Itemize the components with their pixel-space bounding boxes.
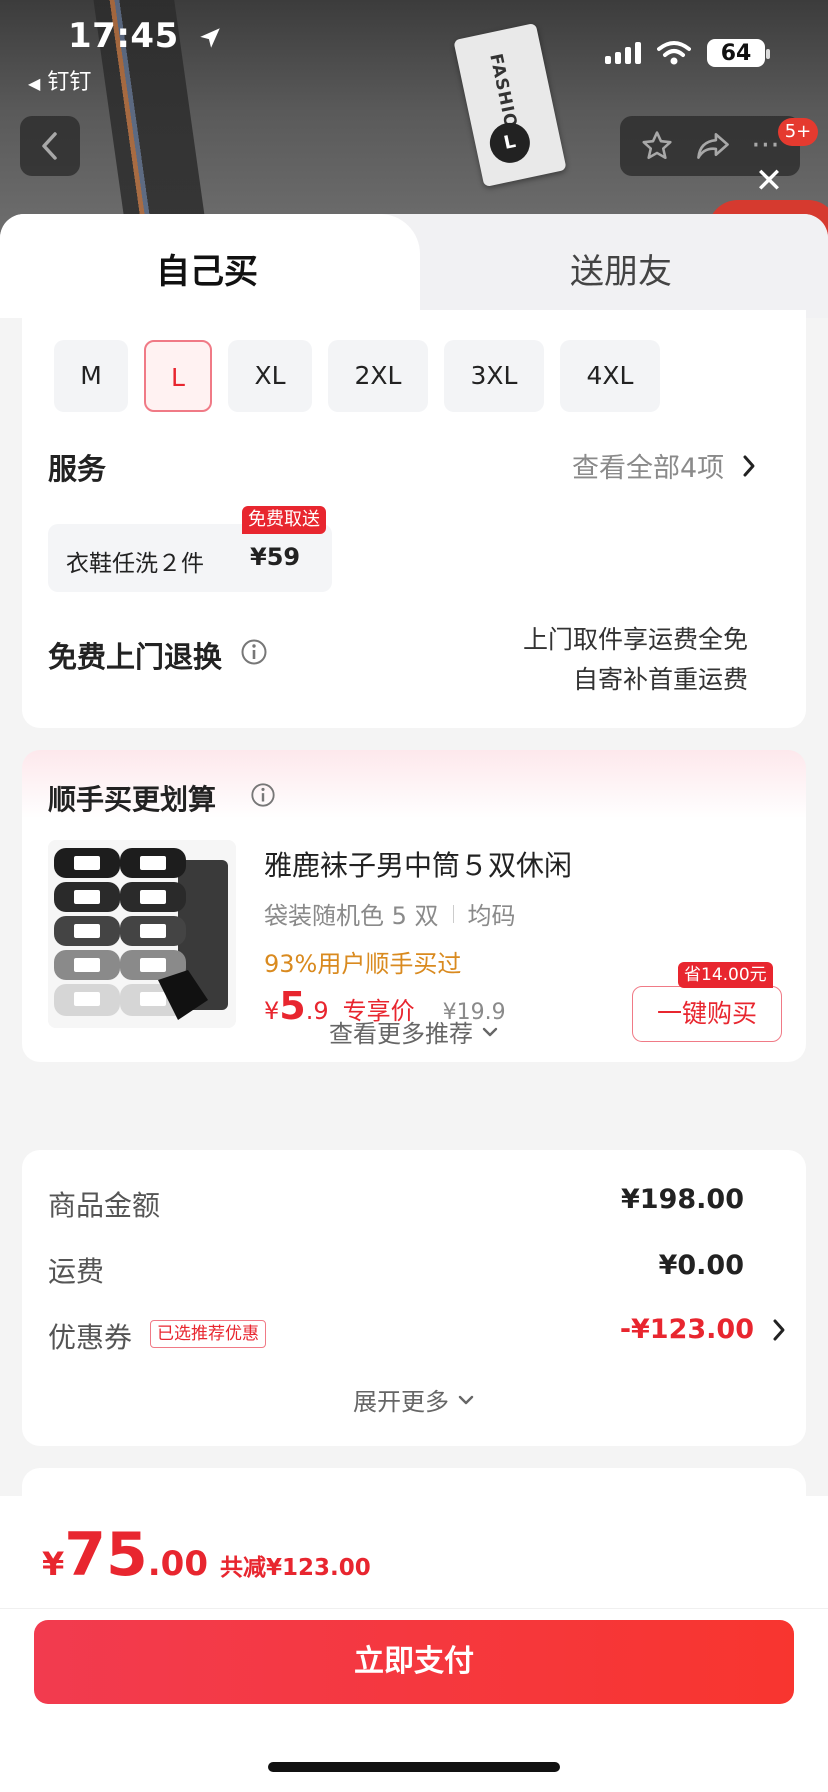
addon-title: 顺手买更划算 xyxy=(48,783,217,816)
coupon-chevron-right-icon xyxy=(773,1319,785,1340)
coupon-label: 优惠券 xyxy=(48,1321,133,1354)
view-more-recommendations[interactable]: 查看更多推荐 xyxy=(22,1014,806,1049)
more-menu-icon[interactable]: ··· xyxy=(751,131,780,161)
notification-badge: 5+ xyxy=(778,118,818,146)
wifi-icon xyxy=(657,41,691,65)
expand-more-label: 展开更多 xyxy=(353,1388,449,1416)
pay-now-button[interactable]: 立即支付 xyxy=(34,1620,794,1704)
info-icon[interactable] xyxy=(240,638,268,666)
clothing-label-tag: FASHION L xyxy=(453,22,567,188)
chevron-down-icon xyxy=(482,1027,498,1036)
addon-size: 均码 xyxy=(467,902,516,930)
addon-popularity: 93%用户顺手买过 xyxy=(264,950,462,978)
addon-product-title[interactable]: 雅鹿袜子男中筒５双休闲 xyxy=(264,844,572,884)
service-title: 服务 xyxy=(48,452,107,486)
save-amount-badge: 省14.00元 xyxy=(678,962,773,988)
shipping-value: ¥0.00 xyxy=(658,1250,744,1281)
addon-variant-row: 袋装随机色 5 双 均码 xyxy=(264,896,516,931)
size-option-xl[interactable]: XL xyxy=(228,340,312,412)
free-return-details: 上门取件享运费全免 自寄补首重运费 xyxy=(523,620,748,700)
price-summary-card: 商品金额 ¥198.00 运费 ¥0.00 优惠券 已选推荐优惠 -¥123.0… xyxy=(22,1150,806,1446)
share-icon[interactable] xyxy=(695,130,731,162)
variant-divider xyxy=(452,904,454,923)
back-app-label: 钉钉 xyxy=(47,70,92,95)
addon-card: 顺手买更划算 雅鹿袜子男中筒５双休闲 袋装随机色 5 双 均码 93%用户顺手买… xyxy=(22,750,806,1062)
size-option-2xl[interactable]: 2XL xyxy=(328,340,428,412)
cellular-signal-icon xyxy=(605,42,641,64)
free-return-line-2: 自寄补首重运费 xyxy=(572,665,748,694)
tab-gift-friend[interactable]: 送朋友 xyxy=(570,244,672,293)
status-time: 17:45 xyxy=(68,16,223,56)
view-more-label: 查看更多推荐 xyxy=(329,1020,473,1048)
size-option-3xl[interactable]: 3XL xyxy=(444,340,544,412)
expand-more[interactable]: 展开更多 xyxy=(22,1382,806,1417)
battery-level: 64 xyxy=(720,40,752,66)
service-view-all-label: 查看全部4项 xyxy=(572,453,725,484)
service-item-price: ¥59 xyxy=(250,543,301,571)
status-time-text: 17:45 xyxy=(68,16,179,56)
back-to-app[interactable]: ◀ 钉钉 xyxy=(28,64,91,96)
free-return-title: 免费上门退换 xyxy=(48,640,223,674)
close-icon[interactable]: ✕ xyxy=(752,164,786,198)
back-button[interactable] xyxy=(20,116,80,176)
back-triangle-icon: ◀ xyxy=(28,74,41,93)
options-card: M L XL 2XL 3XL 4XL 服务 查看全部4项 衣鞋任洗２件 ¥59 … xyxy=(22,310,806,728)
shipping-label: 运费 xyxy=(48,1255,105,1288)
coupon-value: -¥123.00 xyxy=(619,1314,754,1345)
chevron-left-icon xyxy=(42,132,57,160)
addon-variant: 袋装随机色 5 双 xyxy=(264,902,439,930)
location-arrow-icon xyxy=(200,27,220,48)
status-indicators: 64 xyxy=(605,36,770,70)
size-option-l-selected[interactable]: L xyxy=(144,340,212,412)
total-symbol: ¥ xyxy=(42,1545,65,1583)
total-dec: .00 xyxy=(147,1544,208,1584)
total-saved: 共减¥123.00 xyxy=(220,1555,371,1581)
free-return-line-1: 上门取件享运费全免 xyxy=(522,625,748,654)
service-item-name: 衣鞋任洗２件 xyxy=(66,551,204,577)
service-view-all[interactable]: 查看全部4项 xyxy=(572,446,756,485)
home-indicator xyxy=(268,1762,560,1772)
footer-divider xyxy=(0,1608,828,1609)
tag-size-dot: L xyxy=(486,119,534,167)
expand-chevron-down-icon xyxy=(458,1395,474,1404)
purchase-mode-tabs: 自己买 送朋友 xyxy=(0,214,828,318)
service-free-pickup-badge: 免费取送 xyxy=(242,506,326,534)
size-option-m[interactable]: M xyxy=(54,340,128,412)
addon-product-image[interactable] xyxy=(48,840,236,1028)
tab-buy-self[interactable]: 自己买 xyxy=(156,244,258,293)
total-int: 75 xyxy=(64,1520,148,1590)
goods-amount-value: ¥198.00 xyxy=(621,1184,744,1215)
addon-info-icon[interactable] xyxy=(250,782,276,808)
chevron-right-icon xyxy=(743,455,755,476)
star-favorite-icon[interactable] xyxy=(640,129,674,163)
socks-product-icon xyxy=(48,840,236,1028)
coupon-selector[interactable]: -¥123.00 xyxy=(620,1314,786,1345)
battery-icon: 64 xyxy=(707,39,770,67)
coupon-recommended-tag: 已选推荐优惠 xyxy=(150,1320,266,1348)
goods-amount-label: 商品金额 xyxy=(48,1189,161,1222)
total-price: ¥ 75 .00 共减¥123.00 xyxy=(42,1520,371,1590)
service-option-laundry[interactable]: 衣鞋任洗２件 ¥59 xyxy=(48,524,332,592)
size-option-4xl[interactable]: 4XL xyxy=(560,340,660,412)
